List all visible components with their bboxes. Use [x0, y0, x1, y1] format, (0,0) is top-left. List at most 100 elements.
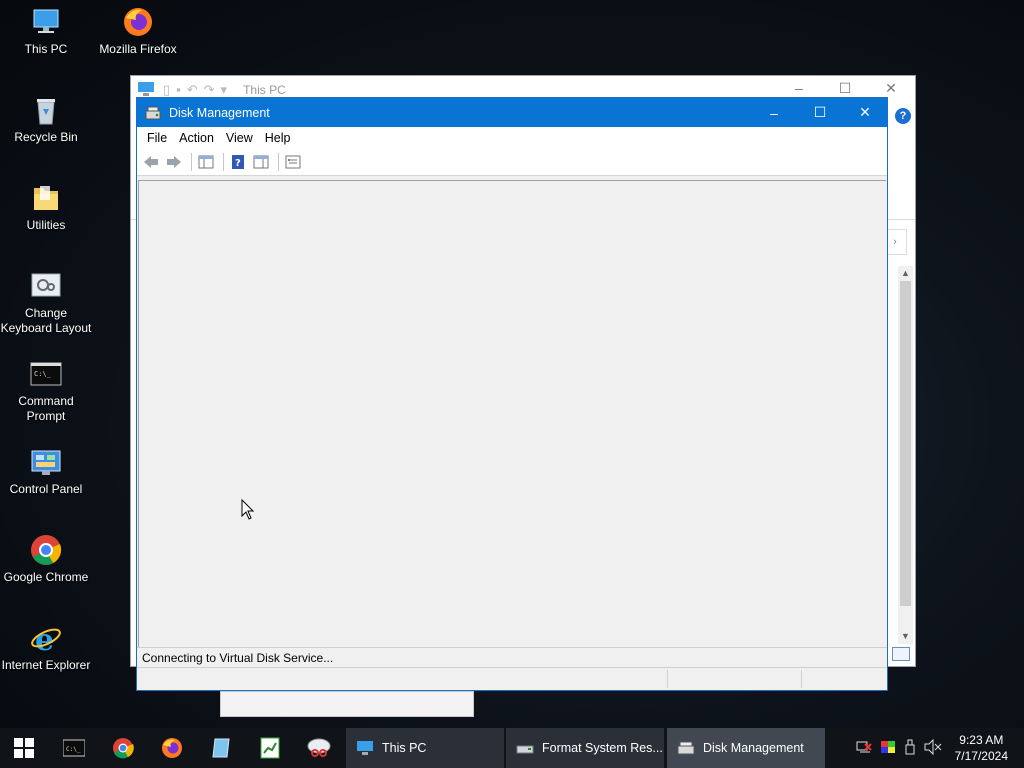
svg-text:C:\_: C:\_: [66, 746, 81, 753]
maximize-button[interactable]: ☐: [797, 98, 843, 127]
firefox-icon: [162, 738, 182, 758]
command-prompt-icon: C:\_: [63, 739, 85, 757]
menu-help[interactable]: Help: [259, 131, 297, 145]
svg-text:C:\_: C:\_: [34, 370, 52, 378]
help-icon[interactable]: ?: [895, 108, 911, 124]
system-tray: [856, 728, 942, 768]
show-hide-console-tree-icon[interactable]: [196, 152, 216, 172]
menu-bar: File Action View Help: [137, 127, 887, 149]
internet-explorer-icon: e: [30, 622, 62, 658]
color-profile-icon[interactable]: [880, 739, 896, 758]
network-icon[interactable]: [856, 739, 872, 758]
desktop-icon-label: Google Chrome: [3, 570, 89, 584]
desktop-icon-google-chrome[interactable]: Google Chrome: [0, 534, 92, 585]
desktop-icon-label: This PC: [24, 42, 68, 56]
scissors-icon: [307, 738, 331, 757]
disk-management-icon: [677, 741, 695, 755]
desktop-icon-this-pc[interactable]: This PC: [0, 6, 92, 57]
toolbar-separator: [223, 153, 224, 171]
taskbar-snipping-tool[interactable]: [295, 728, 343, 768]
toolbar-separator: [278, 153, 279, 171]
scroll-down-arrow[interactable]: ▼: [898, 629, 913, 644]
desktop-icon-recycle-bin[interactable]: Recycle Bin: [0, 94, 92, 145]
taskbar-window-label: This PC: [382, 741, 427, 755]
chrome-icon: [30, 534, 62, 566]
disk-management-icon: [145, 105, 161, 121]
explorer-maximize-button[interactable]: ☐: [825, 80, 865, 97]
scroll-up-arrow[interactable]: ▲: [898, 266, 913, 281]
menu-action[interactable]: Action: [173, 131, 220, 145]
taskbar-notepad[interactable]: [197, 728, 245, 768]
taskbar-chrome[interactable]: [99, 728, 147, 768]
desktop-icon-label: Command Prompt: [18, 394, 74, 423]
folder-icon: [30, 182, 62, 214]
desktop-icon-command-prompt[interactable]: C:\_ Command Prompt: [0, 358, 92, 424]
start-button[interactable]: [0, 728, 48, 768]
taskbar-window-label: Disk Management: [703, 741, 804, 755]
minimize-button[interactable]: –: [751, 98, 797, 127]
toolbar: ?: [137, 149, 887, 176]
drive-icon: [516, 745, 534, 754]
scrollbar-thumb[interactable]: [900, 281, 911, 606]
clock-time: 9:23 AM: [959, 733, 1004, 747]
chrome-icon: [113, 738, 134, 759]
taskbar-window-label: Format System Res...: [542, 741, 663, 755]
explorer-title: This PC: [243, 83, 286, 97]
recycle-bin-icon: [30, 94, 62, 126]
explorer-minimize-button[interactable]: –: [779, 80, 819, 96]
desktop-icon-label: Recycle Bin: [14, 130, 78, 144]
status-pane-divider: [801, 670, 802, 688]
forward-arrow-icon[interactable]: [164, 152, 184, 172]
back-arrow-icon[interactable]: [141, 152, 161, 172]
taskbar: C:\_ This PC Format System Res... Disk M…: [0, 728, 1024, 768]
document-icon: [212, 738, 230, 758]
volume-muted-icon[interactable]: [924, 738, 942, 758]
toolbar-separator: [191, 153, 192, 171]
desktop-icon-firefox[interactable]: Mozilla Firefox: [92, 6, 184, 57]
desktop-icon-label: Control Panel: [9, 482, 83, 496]
explorer-scrollbar[interactable]: ▲ ▼: [898, 266, 913, 644]
taskbar-window-format-system[interactable]: Format System Res...: [506, 728, 664, 768]
explorer-close-button[interactable]: ✕: [871, 80, 911, 97]
background-window-strip: [220, 691, 474, 717]
taskbar-command-prompt[interactable]: C:\_: [50, 728, 98, 768]
help-book-icon[interactable]: ?: [228, 152, 248, 172]
close-button[interactable]: ✕: [842, 98, 888, 127]
usb-device-icon[interactable]: [904, 739, 916, 758]
computer-icon: [357, 741, 373, 755]
taskbar-window-disk-management[interactable]: Disk Management: [667, 728, 825, 768]
status-text: Connecting to Virtual Disk Service...: [142, 651, 334, 665]
menu-view[interactable]: View: [220, 131, 259, 145]
mouse-cursor-icon: [241, 498, 255, 524]
desktop-icon-change-keyboard-layout[interactable]: Change Keyboard Layout: [0, 270, 92, 336]
disk-management-title: Disk Management: [169, 105, 270, 120]
status-bar: Connecting to Virtual Disk Service...: [137, 647, 887, 668]
taskbar-window-this-pc[interactable]: This PC: [346, 728, 504, 768]
clock-date: 7/17/2024: [954, 749, 1008, 763]
menu-file[interactable]: File: [141, 131, 173, 145]
windows-logo-icon: [14, 738, 34, 758]
desktop-icon-internet-explorer[interactable]: e Internet Explorer: [0, 622, 92, 673]
details-view-icon[interactable]: [892, 647, 910, 661]
command-prompt-icon: C:\_: [30, 358, 62, 390]
desktop-icon-label: Change Keyboard Layout: [0, 306, 92, 335]
desktop-icon-label: Mozilla Firefox: [99, 42, 177, 56]
properties-icon[interactable]: [283, 152, 303, 172]
desktop-icon-label: Utilities: [26, 218, 66, 232]
chart-document-icon: [260, 737, 280, 759]
disk-management-titlebar[interactable]: Disk Management – ☐ ✕: [137, 98, 887, 127]
quick-access-toolbar[interactable]: ▯▪↶↷▾: [163, 82, 233, 98]
taskbar-app-chart[interactable]: [246, 728, 294, 768]
svg-text:?: ?: [235, 158, 241, 169]
status-pane-divider: [667, 670, 668, 688]
status-bar-panes: [137, 667, 887, 690]
desktop-icon-label: Internet Explorer: [1, 658, 91, 672]
disk-management-content-pane[interactable]: [138, 180, 886, 647]
desktop-icon-control-panel[interactable]: Control Panel: [0, 446, 92, 497]
taskbar-clock[interactable]: 9:23 AM 7/17/2024: [955, 732, 1008, 764]
firefox-icon: [122, 6, 154, 38]
desktop-icon-utilities[interactable]: Utilities: [0, 182, 92, 233]
disk-management-window[interactable]: Disk Management – ☐ ✕ File Action View H…: [136, 97, 888, 691]
taskbar-firefox[interactable]: [148, 728, 196, 768]
show-action-pane-icon[interactable]: [251, 152, 271, 172]
